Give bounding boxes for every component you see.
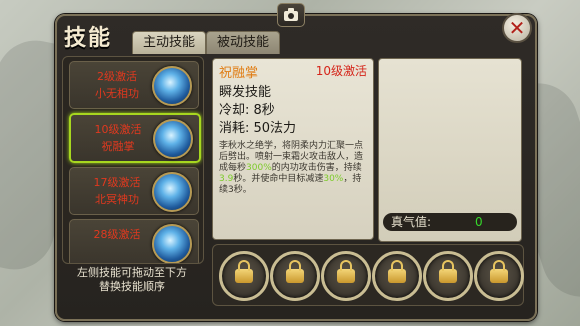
description-highlight: 300% xyxy=(246,163,272,173)
skill-detail-level: 10级激活 xyxy=(315,64,367,78)
skill-orb-icon xyxy=(152,172,192,212)
skill-item-text: 28级激活 xyxy=(74,226,160,243)
skill-item-4[interactable]: 28级激活 xyxy=(69,219,199,263)
skill-slot-4[interactable] xyxy=(372,251,422,301)
description-highlight: 3.9 xyxy=(219,174,234,184)
lock-icon xyxy=(490,260,508,283)
lock-icon xyxy=(235,260,253,283)
skill-slot-bar xyxy=(212,244,524,306)
skill-detail-cost: 消耗: 50法力 xyxy=(219,121,297,136)
energy-panel: 真气值: 0 xyxy=(378,58,522,242)
camera-button[interactable] xyxy=(277,3,305,27)
skill-item-text: 17级激活 北冥神功 xyxy=(74,174,160,208)
description-text: 秒。并使命中目标减速 xyxy=(233,174,324,184)
energy-value: 0 xyxy=(475,215,483,229)
lock-icon xyxy=(337,260,355,283)
page-title: 技能 xyxy=(64,26,113,51)
skill-slot-2[interactable] xyxy=(270,251,320,301)
skill-item-1[interactable]: 2级激活 小无相功 xyxy=(69,61,199,109)
skill-level: 28级激活 xyxy=(93,228,141,241)
skill-item-2-selected[interactable]: 10级激活 祝融掌 xyxy=(69,113,201,163)
skill-detail-type: 瞬发技能 xyxy=(219,85,272,100)
energy-bar: 真气值: 0 xyxy=(383,213,517,231)
skill-item-text: 10级激活 祝融掌 xyxy=(75,121,161,155)
tab-passive-skills[interactable]: 被动技能 xyxy=(206,31,280,54)
close-icon: ✕ xyxy=(508,16,526,40)
skill-item-3[interactable]: 17级激活 北冥神功 xyxy=(69,167,199,215)
skill-orb-icon xyxy=(152,224,192,263)
skill-name: 北冥神功 xyxy=(95,193,139,206)
skill-level: 10级激活 xyxy=(94,123,142,136)
skill-item-text: 2级激活 小无相功 xyxy=(74,68,160,102)
skill-detail-cooldown: 冷却: 8秒 xyxy=(219,103,275,118)
skill-level: 2级激活 xyxy=(97,70,137,83)
description-text: 的内功攻击伤害，持续 xyxy=(271,163,362,173)
tab-active-skills[interactable]: 主动技能 xyxy=(132,31,206,54)
lock-icon xyxy=(286,260,304,283)
skill-slot-6[interactable] xyxy=(474,251,524,301)
energy-label: 真气值: xyxy=(391,215,432,229)
description-highlight: 30% xyxy=(323,174,344,184)
skill-name: 祝融掌 xyxy=(101,140,135,153)
drag-hint-line1: 左侧技能可拖动至下方 xyxy=(77,266,187,279)
skill-list: 2级激活 小无相功 10级激活 祝融掌 17级激活 北冥神功 28级激活 xyxy=(62,56,204,264)
skill-slot-5[interactable] xyxy=(423,251,473,301)
skill-detail-name: 祝融掌 xyxy=(219,66,259,81)
skill-slot-3[interactable] xyxy=(321,251,371,301)
camera-icon xyxy=(284,8,298,21)
skill-slot-1[interactable] xyxy=(219,251,269,301)
drag-hint: 左侧技能可拖动至下方 替换技能顺序 xyxy=(62,266,202,294)
skill-orb-icon xyxy=(152,66,192,106)
skill-level: 17级激活 xyxy=(93,176,141,189)
lock-icon xyxy=(388,260,406,283)
lock-icon xyxy=(439,260,457,283)
drag-hint-line2: 替换技能顺序 xyxy=(99,280,165,293)
skill-orb-icon xyxy=(153,119,193,159)
skill-detail-description: 李秋水之绝学，将阴柔内力汇聚一点后劈出。喷射一束霜火攻击敌人，造成每秒300%的… xyxy=(219,141,369,196)
skill-name: 小无相功 xyxy=(95,87,139,100)
close-button[interactable]: ✕ xyxy=(502,13,532,43)
skill-detail: 祝融掌 10级激活 瞬发技能 冷却: 8秒 消耗: 50法力 李秋水之绝学，将阴… xyxy=(212,58,374,240)
